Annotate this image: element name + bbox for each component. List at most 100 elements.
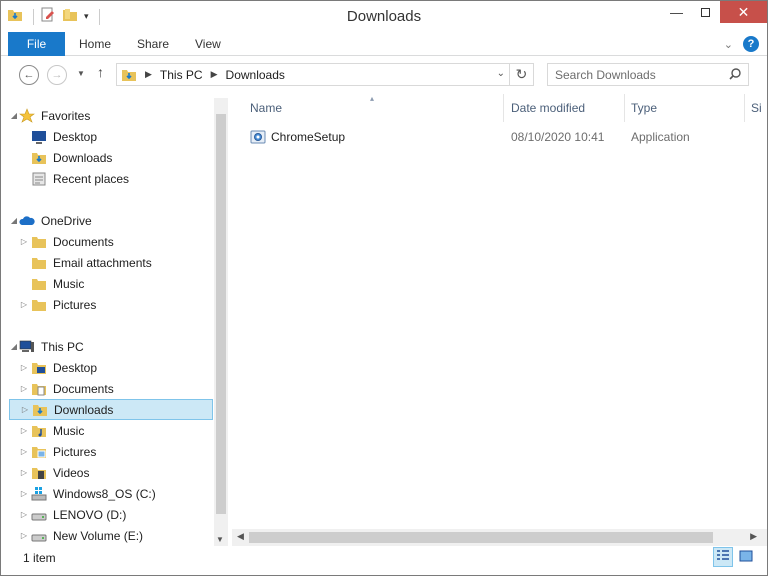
expand-icon[interactable]: ▷ xyxy=(19,237,29,246)
quick-access-toolbar: ▾ xyxy=(7,7,100,26)
star-icon xyxy=(19,107,35,124)
expand-icon[interactable]: ▷ xyxy=(20,405,30,414)
expand-icon[interactable]: ▷ xyxy=(19,384,29,393)
nav-item-pc-desktop[interactable]: ▷ Desktop xyxy=(21,357,97,378)
new-folder-icon[interactable] xyxy=(62,7,78,26)
expand-icon[interactable]: ▷ xyxy=(19,468,29,477)
file-list: ▴ Name Date modified Type Si ChromeSetup… xyxy=(232,94,767,546)
collapse-icon[interactable]: ◢ xyxy=(9,342,19,351)
window-controls: — ✕ xyxy=(662,1,767,23)
file-list-scrollbar[interactable]: ◀ ▶ xyxy=(232,529,767,546)
expand-icon[interactable]: ▷ xyxy=(19,447,29,456)
column-header-size[interactable]: Si xyxy=(745,94,768,122)
explorer-window: ▾ Downloads — ✕ File Home Share View ⌄ ?… xyxy=(0,0,768,576)
folder-icon xyxy=(31,234,47,250)
details-view-button[interactable] xyxy=(713,547,733,567)
folder-download-icon[interactable] xyxy=(7,7,23,26)
search-icon[interactable] xyxy=(728,67,742,84)
refresh-button[interactable]: ↻ xyxy=(510,63,534,86)
folder-download-icon xyxy=(31,150,47,166)
table-row[interactable]: ChromeSetup 08/10/2020 10:41 Application xyxy=(244,126,764,148)
nav-favorites[interactable]: ◢ Favorites xyxy=(9,105,90,126)
expand-icon[interactable]: ▷ xyxy=(19,489,29,498)
chevron-left-icon[interactable]: ◀ xyxy=(237,531,244,542)
chevron-down-icon[interactable]: ▼ xyxy=(216,535,224,544)
maximize-icon xyxy=(701,7,710,17)
file-name: ChromeSetup xyxy=(271,130,346,144)
tab-home[interactable]: Home xyxy=(79,32,111,56)
onedrive-icon xyxy=(19,213,35,229)
column-header-type[interactable]: Type xyxy=(625,94,745,122)
collapse-icon[interactable]: ◢ xyxy=(9,216,19,225)
expand-icon[interactable]: ▷ xyxy=(19,426,29,435)
expand-ribbon-icon[interactable]: ⌄ xyxy=(724,38,733,51)
nav-pane-scrollbar[interactable]: ▼ xyxy=(214,98,228,546)
desktop-icon xyxy=(31,129,47,145)
nav-item-pc-downloads[interactable]: ▷ Downloads xyxy=(9,399,213,420)
address-bar[interactable]: ▶ This PC ▶ Downloads ⌄ xyxy=(116,63,510,86)
breadcrumb-downloads[interactable]: Downloads xyxy=(226,68,285,82)
forward-button[interactable]: → xyxy=(47,65,67,85)
nav-item-recent-places[interactable]: Recent places xyxy=(31,168,129,189)
nav-item-downloads[interactable]: Downloads xyxy=(31,147,112,168)
column-header-name[interactable]: Name xyxy=(244,94,504,122)
title-bar: ▾ Downloads — ✕ xyxy=(1,1,767,31)
properties-icon[interactable] xyxy=(40,7,56,26)
nav-item-pc-documents[interactable]: ▷ Documents xyxy=(21,378,114,399)
nav-item-drive-c[interactable]: ▷ Windows8_OS (C:) xyxy=(21,483,156,504)
scrollbar-thumb[interactable] xyxy=(216,114,226,514)
nav-item-desktop[interactable]: Desktop xyxy=(31,126,97,147)
column-header-date[interactable]: Date modified xyxy=(505,94,625,122)
back-button[interactable]: ← xyxy=(19,65,39,85)
ribbon-tabs: File Home Share View ⌄ ? xyxy=(1,32,767,56)
up-button[interactable]: ↑ xyxy=(97,64,104,80)
nav-item-pc-videos[interactable]: ▷ Videos xyxy=(21,462,90,483)
recent-places-icon xyxy=(31,171,47,187)
folder-icon xyxy=(31,297,47,313)
nav-item-pc-pictures[interactable]: ▷ Pictures xyxy=(21,441,96,462)
expand-icon[interactable]: ▷ xyxy=(19,510,29,519)
nav-item-pictures[interactable]: ▷ Pictures xyxy=(21,294,96,315)
desktop-folder-icon xyxy=(31,360,47,376)
nav-item-drive-e[interactable]: ▷ New Volume (E:) xyxy=(21,525,143,546)
nav-item-music[interactable]: Music xyxy=(31,273,84,294)
address-folder-icon xyxy=(121,67,137,83)
search-box xyxy=(547,63,749,86)
chevron-down-icon[interactable]: ⌄ xyxy=(497,68,505,79)
nav-item-drive-d[interactable]: ▷ LENOVO (D:) xyxy=(21,504,126,525)
documents-folder-icon xyxy=(31,381,47,397)
refresh-icon: ↻ xyxy=(515,66,528,82)
expand-icon[interactable]: ▷ xyxy=(19,531,29,540)
minimize-button[interactable]: — xyxy=(662,1,691,23)
chevron-right-icon: ▶ xyxy=(145,69,152,79)
chevron-right-icon[interactable]: ▶ xyxy=(750,531,757,542)
customize-toolbar-icon[interactable]: ▾ xyxy=(84,11,89,22)
folder-icon xyxy=(31,255,47,271)
search-input[interactable] xyxy=(555,65,725,85)
folder-download-icon xyxy=(32,402,48,418)
arrow-right-icon: → xyxy=(51,69,63,81)
tab-file[interactable]: File xyxy=(8,32,65,56)
tab-share[interactable]: Share xyxy=(137,32,169,56)
nav-item-pc-music[interactable]: ▷ Music xyxy=(21,420,84,441)
scrollbar-thumb[interactable] xyxy=(249,532,713,543)
nav-item-documents[interactable]: ▷ Documents xyxy=(21,231,114,252)
collapse-icon[interactable]: ◢ xyxy=(9,111,19,120)
expand-icon[interactable]: ▷ xyxy=(19,363,29,372)
nav-this-pc[interactable]: ◢ This PC xyxy=(9,336,84,357)
nav-item-email-attachments[interactable]: Email attachments xyxy=(31,252,152,273)
breadcrumb-this-pc[interactable]: This PC xyxy=(160,68,203,82)
status-bar: 1 item xyxy=(1,547,767,575)
drive-icon xyxy=(31,528,47,544)
maximize-button[interactable] xyxy=(691,1,720,23)
music-folder-icon xyxy=(31,423,47,439)
close-button[interactable]: ✕ xyxy=(720,1,767,23)
nav-onedrive[interactable]: ◢ OneDrive xyxy=(9,210,92,231)
expand-icon[interactable]: ▷ xyxy=(19,300,29,309)
large-icons-view-button[interactable] xyxy=(736,547,756,567)
windows-drive-icon xyxy=(31,486,47,502)
tab-view[interactable]: View xyxy=(195,32,221,56)
navigation-pane: ◢ Favorites Desktop Downloads Recent pla… xyxy=(9,98,228,546)
help-icon[interactable]: ? xyxy=(743,36,759,52)
recent-locations-icon[interactable]: ▼ xyxy=(77,69,85,78)
